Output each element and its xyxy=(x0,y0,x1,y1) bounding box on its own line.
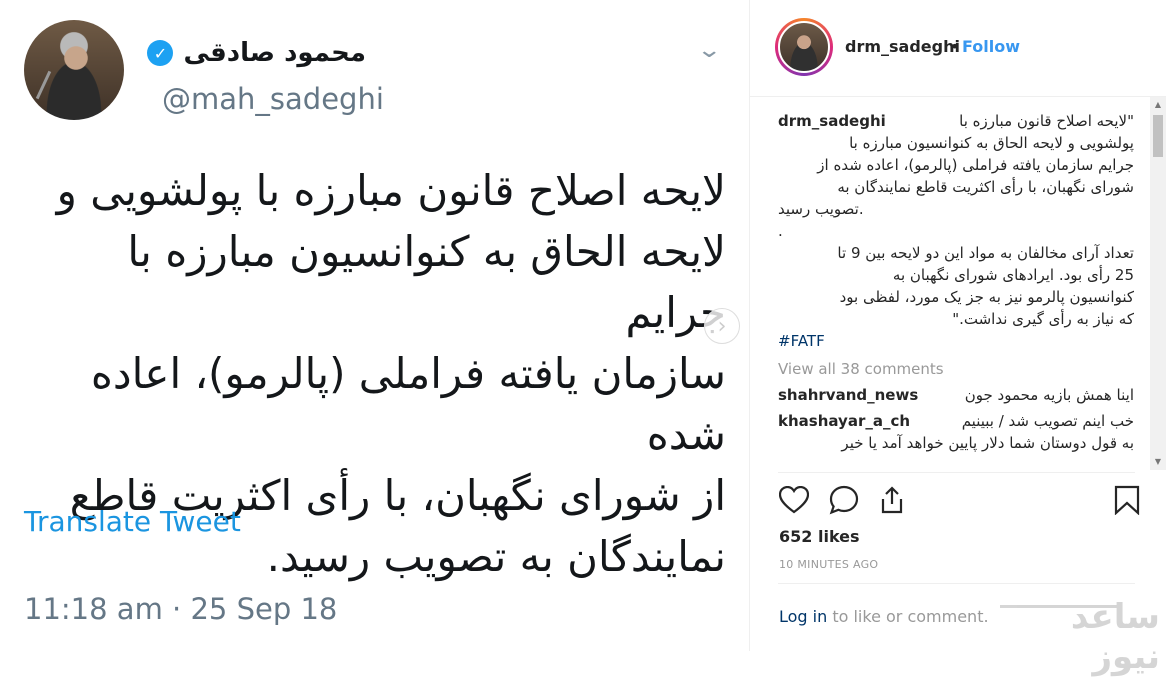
comments-scrollbar[interactable]: ▲ ▼ xyxy=(1150,97,1166,470)
comment-item: khashayar_a_ch خب اینم تصویب شد / ببینیم xyxy=(778,410,1134,432)
comment-username-link[interactable]: shahrvand_news xyxy=(778,384,918,406)
verified-badge-icon: ✓ xyxy=(147,40,174,66)
post-image: ✓ محمود صادقی @mah_sadeghi ⌄ لایحه اصلاح… xyxy=(0,0,750,651)
caption-text-line: . xyxy=(778,222,783,240)
caption-text-line: 25 رأی بود. ایرادهای شورای نگهبان به xyxy=(892,266,1134,284)
tweet-timestamp: 11:18 am · 25 Sep 18 xyxy=(24,592,338,626)
header-separator: • xyxy=(950,37,960,56)
tweet-text-line: لایحه الحاق به کنوانسیون مبارزه با جرایم xyxy=(127,227,726,337)
comment-item: shahrvand_news اینا همش بازیه محمود جون xyxy=(778,384,1134,406)
tweet-handle: @mah_sadeghi xyxy=(162,82,384,116)
post-details-panel: drm_sadeghi • Follow drm_sadeghi "لایحه … xyxy=(750,0,1166,651)
hashtag-link[interactable]: #FATF xyxy=(778,330,1134,352)
caption-text-line: "لایحه اصلاح قانون مبارزه با xyxy=(959,112,1134,130)
comment-username-link[interactable]: khashayar_a_ch xyxy=(778,410,910,432)
caption-text-line: تصویب رسید. xyxy=(778,200,864,218)
avatar[interactable] xyxy=(778,21,830,73)
caption-text-line: کنوانسیون پالرمو نیز به جز یک مورد، لفظی… xyxy=(839,288,1134,306)
caption-text-line: پولشویی و لایحه الحاق به کنوانسیون مبارز… xyxy=(849,134,1134,152)
scroll-down-icon[interactable]: ▼ xyxy=(1150,454,1166,470)
chevron-down-icon: ⌄ xyxy=(696,38,723,63)
caption-first-line: drm_sadeghi "لایحه اصلاح قانون مبارزه با xyxy=(778,110,1134,132)
caption-text-line: تعداد آرای مخالفان به مواد این دو لایحه … xyxy=(837,244,1134,262)
login-prompt: Log in to like or comment. xyxy=(779,607,989,626)
tweet-author-name: محمود صادقی xyxy=(183,38,366,68)
share-icon[interactable] xyxy=(876,484,908,516)
comments-list[interactable]: drm_sadeghi "لایحه اصلاح قانون مبارزه با… xyxy=(778,110,1134,470)
caption-text-line: که نیاز به رأی گیری نداشت." xyxy=(952,310,1134,328)
caption-text-line: جرایم سازمان یافته فراملی (پالرمو)، اعاد… xyxy=(817,156,1134,174)
scroll-up-icon[interactable]: ▲ xyxy=(1150,97,1166,113)
tweet-text-line: لایحه اصلاح قانون مبارزه با پولشویی و xyxy=(56,166,726,215)
comment-text: خب اینم تصویب شد / ببینیم xyxy=(961,412,1134,430)
watermark-logo: ساعد نیوز xyxy=(1000,575,1160,677)
heart-icon[interactable] xyxy=(778,484,810,516)
header-username-link[interactable]: drm_sadeghi xyxy=(845,37,960,56)
tweet-text-line: سازمان یافته فراملی (پالرمو)، اعاده شده xyxy=(90,349,726,459)
scroll-thumb[interactable] xyxy=(1153,115,1163,157)
caption-text-line: شورای نگهبان، با رأی اکثریت قاطع نمایندگ… xyxy=(837,178,1134,196)
comment-icon[interactable] xyxy=(828,484,860,516)
carousel-next-button[interactable]: › xyxy=(704,308,740,344)
story-ring[interactable] xyxy=(775,18,833,76)
follow-button[interactable]: Follow xyxy=(962,37,1020,56)
bookmark-icon[interactable] xyxy=(1111,484,1143,516)
post-header: drm_sadeghi • Follow xyxy=(750,0,1166,97)
action-bar xyxy=(778,484,1140,518)
caption-username-link[interactable]: drm_sadeghi xyxy=(778,110,886,132)
post-timestamp: 10 MINUTES AGO xyxy=(779,558,879,571)
likes-count[interactable]: 652 likes xyxy=(779,527,860,546)
divider xyxy=(778,472,1135,473)
translate-tweet-link: Translate Tweet xyxy=(24,505,241,538)
login-link[interactable]: Log in xyxy=(779,607,827,626)
comment-text: اینا همش بازیه محمود جون xyxy=(964,386,1134,404)
tweet-author-avatar xyxy=(24,20,124,120)
login-prompt-text: to like or comment. xyxy=(827,607,989,626)
view-all-comments-link[interactable]: View all 38 comments xyxy=(778,358,1134,380)
tweet-author-row: ✓ محمود صادقی xyxy=(147,38,366,68)
comment-text: به قول دوستان شما دلار پایین خواهد آمد ی… xyxy=(841,434,1134,452)
